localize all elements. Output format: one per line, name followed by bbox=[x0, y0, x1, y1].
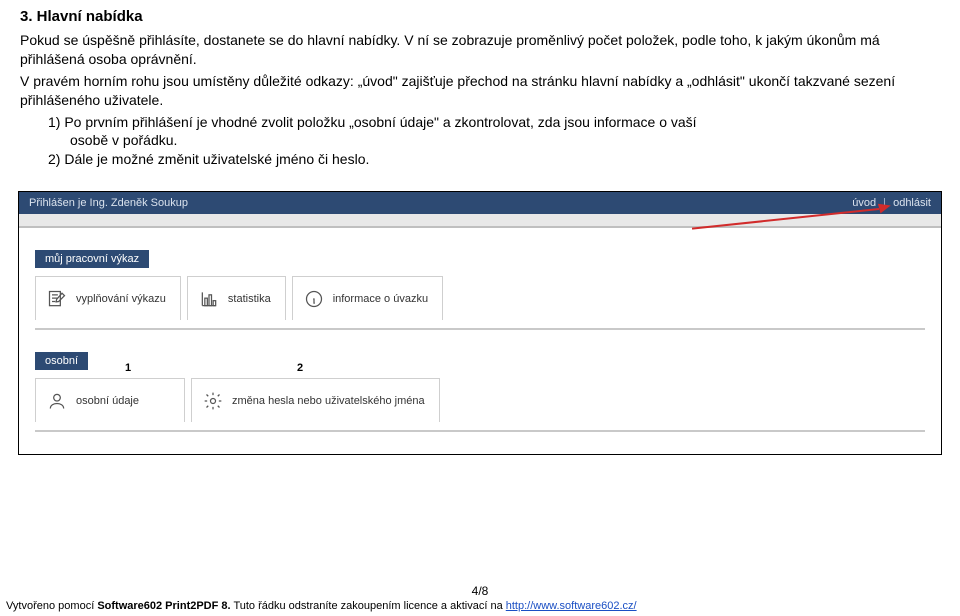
option-zmena-hesla[interactable]: změna hesla nebo uživatelského jména bbox=[191, 378, 440, 422]
footer-link[interactable]: http://www.software602.cz/ bbox=[506, 600, 637, 612]
footer-prefix: Vytvořeno pomocí bbox=[6, 600, 97, 612]
option-informace-uvazku[interactable]: informace o úvazku bbox=[292, 276, 443, 320]
topbar-shadow bbox=[19, 214, 941, 228]
bar-chart-icon bbox=[198, 288, 220, 310]
info-icon bbox=[303, 288, 325, 310]
user-status-label: Přihlášen je Ing. Zdeněk Soukup bbox=[29, 197, 188, 209]
option-osobni-udaje[interactable]: osobní údaje bbox=[35, 378, 185, 422]
instruction-item-1-cont: osobě v pořádku. bbox=[70, 131, 940, 150]
option-vyplnovani-vykazu[interactable]: vyplňování výkazu bbox=[35, 276, 181, 320]
option-label: vyplňování výkazu bbox=[76, 293, 166, 305]
annotation-number-2: 2 bbox=[297, 362, 303, 374]
intro-paragraph-2: V pravém horním rohu jsou umístěny důlež… bbox=[20, 72, 940, 110]
page-number: 4/8 bbox=[6, 584, 954, 598]
options-row-osobni: 1 2 osobní údaje změna hesla nebo uživat… bbox=[35, 374, 925, 432]
instruction-item-1: 1) Po prvním přihlášení je vhodné zvolit… bbox=[48, 113, 940, 132]
gear-icon bbox=[202, 390, 224, 412]
topbar-right-links: úvod | odhlásit bbox=[852, 197, 931, 209]
option-statistika[interactable]: statistika bbox=[187, 276, 286, 320]
link-uvod[interactable]: úvod bbox=[852, 197, 876, 209]
options-row-pracovni-vykaz: vyplňování výkazu statistika informace bbox=[35, 272, 925, 330]
link-separator: | bbox=[879, 197, 890, 209]
section-tab-osobni: osobní bbox=[35, 352, 88, 370]
footer-product: Software602 Print2PDF 8. bbox=[97, 600, 230, 612]
instruction-item-2: 2) Dále je možné změnit uživatelské jmén… bbox=[48, 150, 940, 169]
app-topbar: Přihlášen je Ing. Zdeněk Soukup úvod | o… bbox=[19, 192, 941, 214]
annotation-number-1: 1 bbox=[125, 362, 131, 374]
footer-rest: Tuto řádku odstraníte zakoupením licence… bbox=[231, 600, 506, 612]
section-heading: 3. Hlavní nabídka bbox=[20, 8, 940, 25]
option-label: osobní údaje bbox=[76, 395, 139, 407]
option-label: statistika bbox=[228, 293, 271, 305]
user-icon bbox=[46, 390, 68, 412]
link-odhlasit[interactable]: odhlásit bbox=[893, 197, 931, 209]
intro-paragraph-1: Pokud se úspěšně přihlásíte, dostanete s… bbox=[20, 31, 940, 69]
embedded-screenshot: Přihlášen je Ing. Zdeněk Soukup úvod | o… bbox=[18, 191, 942, 455]
section-tab-pracovni-vykaz: můj pracovní výkaz bbox=[35, 250, 149, 268]
option-label: informace o úvazku bbox=[333, 293, 428, 305]
form-pencil-icon bbox=[46, 288, 68, 310]
page-footer: 4/8 Vytvořeno pomocí Software602 Print2P… bbox=[0, 582, 960, 616]
option-label: změna hesla nebo uživatelského jména bbox=[232, 395, 425, 407]
